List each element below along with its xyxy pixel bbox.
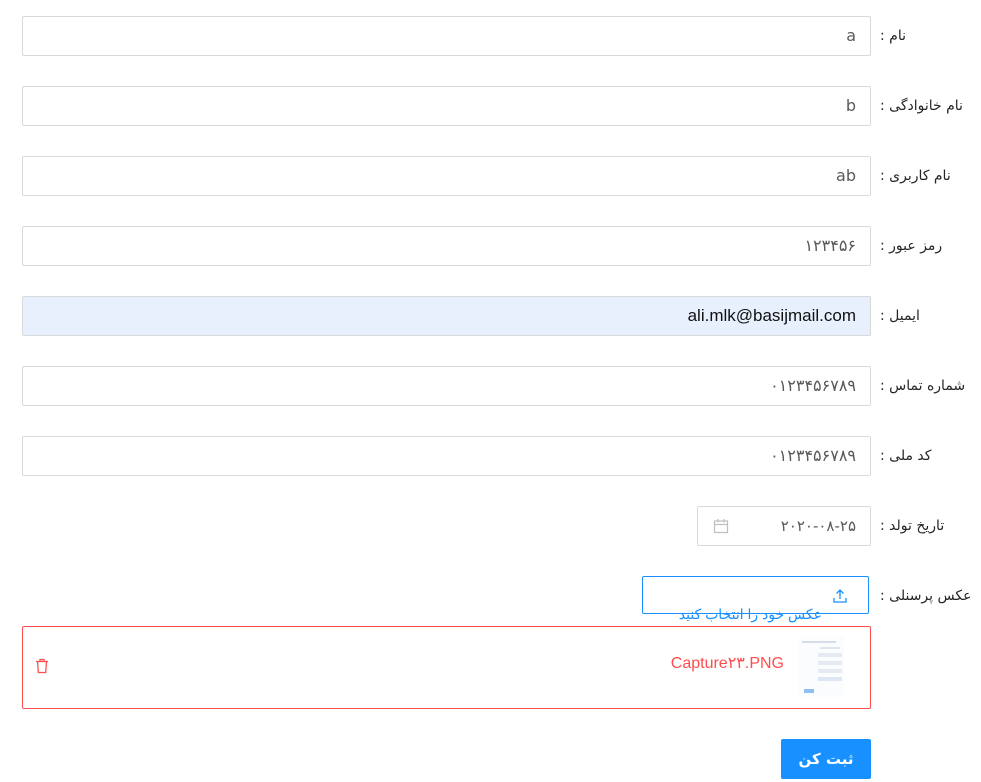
birthdate-label: تاریخ تولد : [880,518,945,534]
trash-icon[interactable] [35,658,49,674]
national-code-row: کد ملی : ۰۱۲۳۴۵۶۷۸۹ [0,436,981,476]
phone-label: شماره تماس : [880,378,966,394]
calendar-icon [713,519,729,534]
phone-input[interactable]: ۰۱۲۳۴۵۶۷۸۹ [22,366,871,406]
email-input[interactable]: ali.mlk@basijmail.com [22,296,871,336]
first-name-row: نام : a [0,16,981,56]
first-name-input[interactable]: a [22,16,871,56]
birthdate-picker[interactable]: ۲۰۲۰-۰۸-۲۵ [697,506,871,546]
last-name-value: b [845,96,856,115]
email-label: ایمیل : [880,308,920,324]
file-thumbnail [798,637,844,697]
first-name-value: a [846,26,856,45]
birthdate-value: ۲۰۲۰-۰۸-۲۵ [780,517,856,535]
uploaded-file-item: Capture۲۳.PNG [22,626,871,709]
national-code-input[interactable]: ۰۱۲۳۴۵۶۷۸۹ [22,436,871,476]
password-input[interactable]: ۱۲۳۴۵۶ [22,226,871,266]
national-code-value: ۰۱۲۳۴۵۶۷۸۹ [770,446,856,465]
first-name-label: نام : [880,28,906,44]
submit-button[interactable]: ثبت کن [781,739,871,779]
email-value: ali.mlk@basijmail.com [687,306,856,325]
photo-row: عکس پرسنلی : عکس خود را انتخاب کنید [0,576,981,622]
email-row: ایمیل : ali.mlk@basijmail.com [0,296,981,336]
upload-icon [833,589,847,603]
password-value: ۱۲۳۴۵۶ [804,236,856,255]
phone-row: شماره تماس : ۰۱۲۳۴۵۶۷۸۹ [0,366,981,406]
username-value: ab [836,166,856,185]
username-input[interactable]: ab [22,156,871,196]
username-label: نام کاربری : [880,168,951,184]
password-label: رمز عبور : [880,238,943,254]
username-row: نام کاربری : ab [0,156,981,196]
select-photo-button[interactable]: عکس خود را انتخاب کنید [642,576,869,622]
last-name-row: نام خانوادگی : b [0,86,981,126]
password-row: رمز عبور : ۱۲۳۴۵۶ [0,226,981,266]
file-name: Capture۲۳.PNG [670,655,784,672]
photo-label: عکس پرسنلی : [880,588,972,604]
phone-value: ۰۱۲۳۴۵۶۷۸۹ [770,376,856,395]
last-name-input[interactable]: b [22,86,871,126]
birthdate-row: تاریخ تولد : ۲۰۲۰-۰۸-۲۵ [0,506,981,546]
last-name-label: نام خانوادگی : [880,98,963,114]
national-code-label: کد ملی : [880,448,932,464]
